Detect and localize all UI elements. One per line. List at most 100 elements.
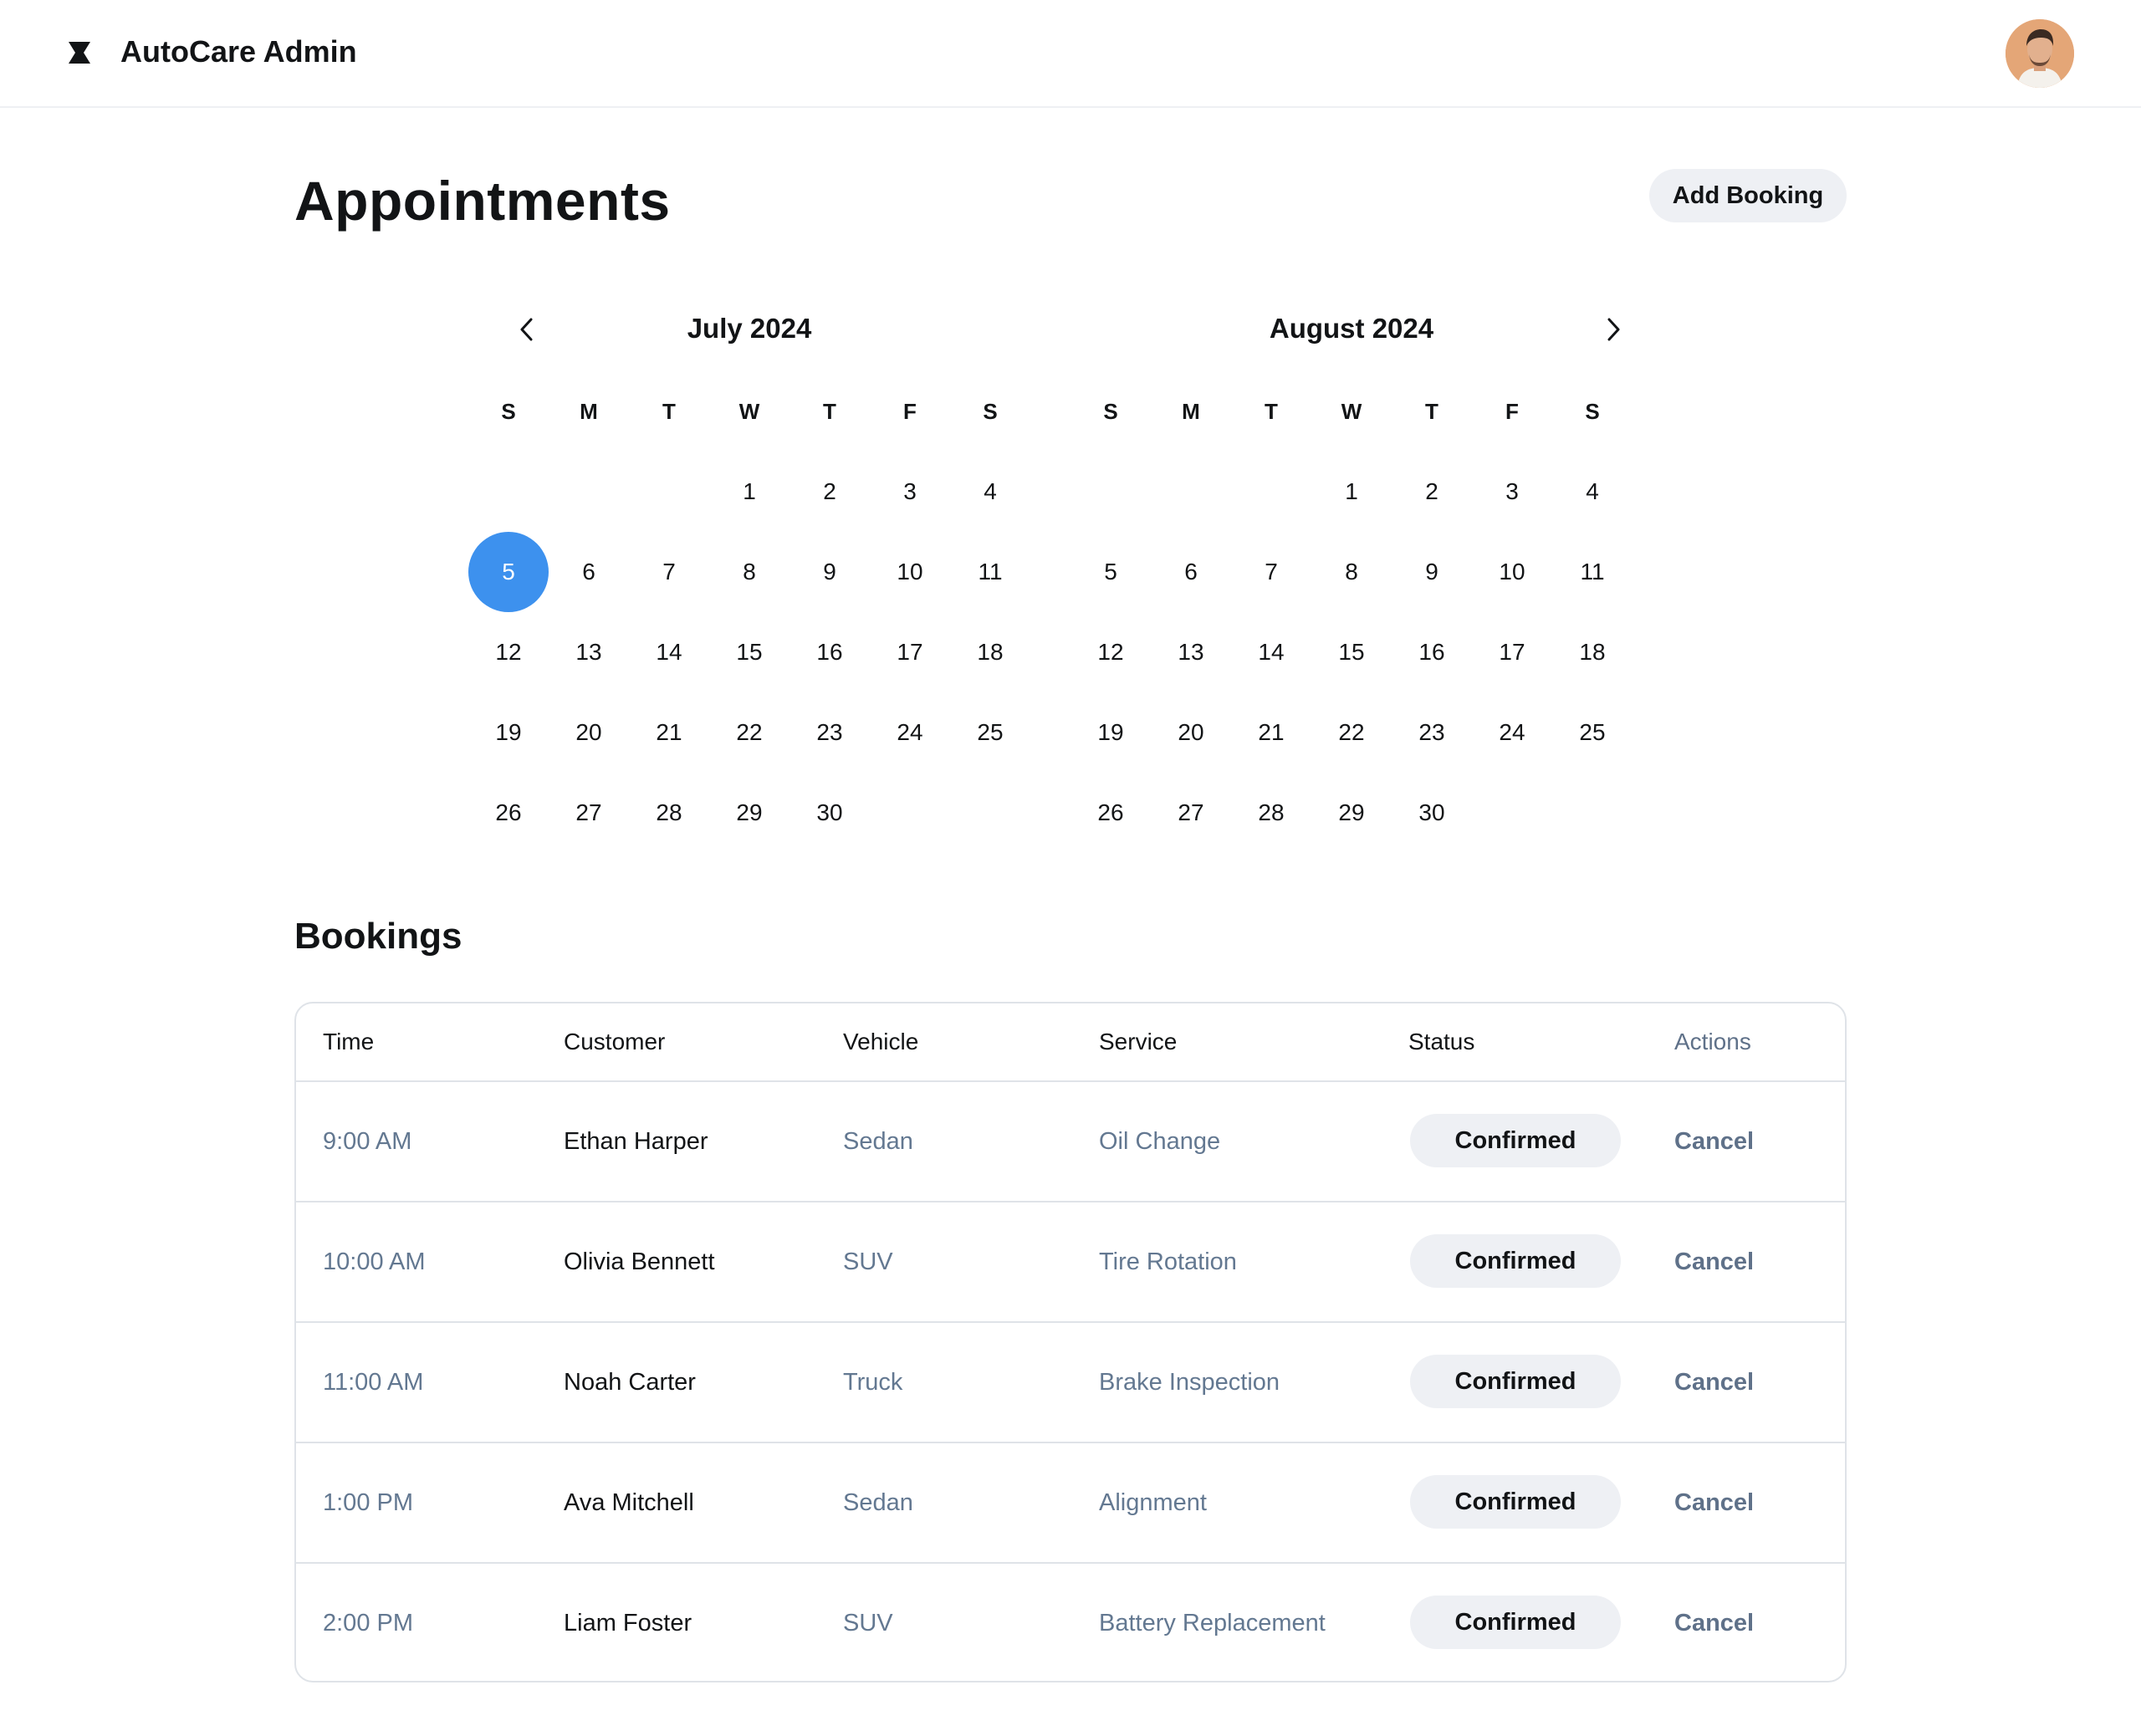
status-badge: Confirmed bbox=[1410, 1596, 1621, 1649]
cell-vehicle: Sedan bbox=[843, 1128, 913, 1155]
calendar-day[interactable]: 14 bbox=[629, 612, 709, 692]
calendar-day[interactable]: 26 bbox=[468, 773, 549, 853]
top-header: AutoCare Admin bbox=[0, 0, 2141, 108]
calendar-day[interactable]: 30 bbox=[789, 773, 870, 853]
calendar-day[interactable]: 23 bbox=[1392, 692, 1472, 773]
calendar-day[interactable]: 1 bbox=[1311, 452, 1392, 532]
cell-vehicle: Truck bbox=[843, 1369, 903, 1396]
calendar-day[interactable]: 1 bbox=[709, 452, 789, 532]
calendar-day[interactable]: 24 bbox=[870, 692, 950, 773]
calendar-day[interactable]: 30 bbox=[1392, 773, 1472, 853]
month-title: July 2024 bbox=[687, 313, 812, 344]
calendar-day[interactable]: 9 bbox=[789, 532, 870, 612]
weekday-label: T bbox=[1265, 398, 1278, 424]
calendar-day[interactable]: 19 bbox=[1070, 692, 1151, 773]
calendar-day[interactable]: 12 bbox=[1070, 612, 1151, 692]
cell-service: Brake Inspection bbox=[1099, 1369, 1280, 1396]
column-header-actions: Actions bbox=[1674, 1029, 1751, 1054]
hourglass-logo-icon bbox=[69, 42, 90, 64]
calendar-day[interactable]: 10 bbox=[1472, 532, 1552, 612]
calendar-day[interactable]: 15 bbox=[709, 612, 789, 692]
calendar-day[interactable]: 6 bbox=[549, 532, 629, 612]
weekday-label: T bbox=[1425, 398, 1438, 424]
calendar-day[interactable]: 21 bbox=[629, 692, 709, 773]
cell-vehicle: SUV bbox=[843, 1610, 893, 1636]
calendar-day[interactable]: 29 bbox=[1311, 773, 1392, 853]
calendar-day[interactable]: 22 bbox=[1311, 692, 1392, 773]
calendar-day[interactable]: 20 bbox=[549, 692, 629, 773]
calendar-day[interactable]: 28 bbox=[629, 773, 709, 853]
calendar-day[interactable]: 16 bbox=[1392, 612, 1472, 692]
calendar-day[interactable]: 3 bbox=[870, 452, 950, 532]
weekday-label: F bbox=[1505, 398, 1519, 424]
weekday-label: S bbox=[983, 398, 998, 424]
calendar-day[interactable]: 18 bbox=[950, 612, 1030, 692]
month-title: August 2024 bbox=[1269, 313, 1434, 344]
calendar-day[interactable]: 21 bbox=[1231, 692, 1311, 773]
weekday-label: S bbox=[1585, 398, 1600, 424]
column-header-status: Status bbox=[1408, 1029, 1475, 1054]
cell-vehicle: Sedan bbox=[843, 1489, 913, 1516]
calendar-day[interactable]: 27 bbox=[549, 773, 629, 853]
cell-customer: Ava Mitchell bbox=[564, 1489, 694, 1516]
calendar-day[interactable]: 15 bbox=[1311, 612, 1392, 692]
table-row: 1:00 PM Ava Mitchell Sedan Alignment Confirm… bbox=[296, 1443, 1845, 1564]
calendar-day[interactable]: 20 bbox=[1151, 692, 1231, 773]
calendar-day[interactable]: 27 bbox=[1151, 773, 1231, 853]
next-month-button[interactable] bbox=[1592, 309, 1633, 350]
cancel-button[interactable]: Cancel bbox=[1674, 1082, 1754, 1201]
calendar-day[interactable]: 14 bbox=[1231, 612, 1311, 692]
calendar-day[interactable]: 7 bbox=[1231, 532, 1311, 612]
cancel-button[interactable]: Cancel bbox=[1674, 1564, 1754, 1681]
calendar-day[interactable]: 23 bbox=[789, 692, 870, 773]
calendar-day[interactable]: 2 bbox=[1392, 452, 1472, 532]
cell-customer: Liam Foster bbox=[564, 1610, 692, 1636]
calendar-day-selected[interactable]: 5 bbox=[468, 532, 549, 612]
calendar-day[interactable]: 25 bbox=[1552, 692, 1633, 773]
calendar-day[interactable]: 13 bbox=[1151, 612, 1231, 692]
status-badge: Confirmed bbox=[1410, 1475, 1621, 1529]
prev-month-button[interactable] bbox=[508, 309, 548, 350]
calendar-day[interactable]: 8 bbox=[709, 532, 789, 612]
calendar-day[interactable]: 26 bbox=[1070, 773, 1151, 853]
cancel-button[interactable]: Cancel bbox=[1674, 1323, 1754, 1442]
calendar-day[interactable]: 11 bbox=[950, 532, 1030, 612]
calendar-day[interactable]: 7 bbox=[629, 532, 709, 612]
page-title: Appointments bbox=[294, 170, 671, 232]
calendar-day[interactable]: 8 bbox=[1311, 532, 1392, 612]
calendar-day[interactable]: 9 bbox=[1392, 532, 1472, 612]
cell-time: 1:00 PM bbox=[323, 1489, 413, 1516]
calendar-day[interactable]: 4 bbox=[950, 452, 1030, 532]
calendar-day[interactable]: 2 bbox=[789, 452, 870, 532]
calendar-day[interactable]: 12 bbox=[468, 612, 549, 692]
calendar-day[interactable]: 16 bbox=[789, 612, 870, 692]
add-booking-button[interactable]: Add Booking bbox=[1649, 169, 1847, 222]
calendar-day[interactable]: 11 bbox=[1552, 532, 1633, 612]
cancel-button[interactable]: Cancel bbox=[1674, 1443, 1754, 1562]
bookings-table: Time Customer Vehicle Service Status Act… bbox=[294, 1002, 1847, 1682]
calendar-day[interactable]: 28 bbox=[1231, 773, 1311, 853]
cancel-button[interactable]: Cancel bbox=[1674, 1202, 1754, 1321]
calendar-day[interactable]: 10 bbox=[870, 532, 950, 612]
status-badge: Confirmed bbox=[1410, 1234, 1621, 1288]
user-avatar[interactable] bbox=[2006, 19, 2074, 88]
calendar-day[interactable]: 24 bbox=[1472, 692, 1552, 773]
weekday-label: S bbox=[1103, 398, 1118, 424]
calendar-day[interactable]: 17 bbox=[870, 612, 950, 692]
calendar-day[interactable]: 6 bbox=[1151, 532, 1231, 612]
calendar-day[interactable]: 18 bbox=[1552, 612, 1633, 692]
calendar-day[interactable]: 17 bbox=[1472, 612, 1552, 692]
cell-customer: Olivia Bennett bbox=[564, 1248, 715, 1275]
calendar-day[interactable]: 4 bbox=[1552, 452, 1633, 532]
calendar-day[interactable]: 22 bbox=[709, 692, 789, 773]
avatar-image bbox=[2006, 19, 2074, 88]
cell-time: 10:00 AM bbox=[323, 1248, 426, 1275]
calendar-day[interactable]: 25 bbox=[950, 692, 1030, 773]
calendar-day[interactable]: 5 bbox=[1070, 532, 1151, 612]
calendar-day[interactable]: 19 bbox=[468, 692, 549, 773]
weekday-label: S bbox=[501, 398, 516, 424]
calendar-day[interactable]: 13 bbox=[549, 612, 629, 692]
calendar-day[interactable]: 29 bbox=[709, 773, 789, 853]
column-header-service: Service bbox=[1099, 1029, 1178, 1054]
calendar-day[interactable]: 3 bbox=[1472, 452, 1552, 532]
